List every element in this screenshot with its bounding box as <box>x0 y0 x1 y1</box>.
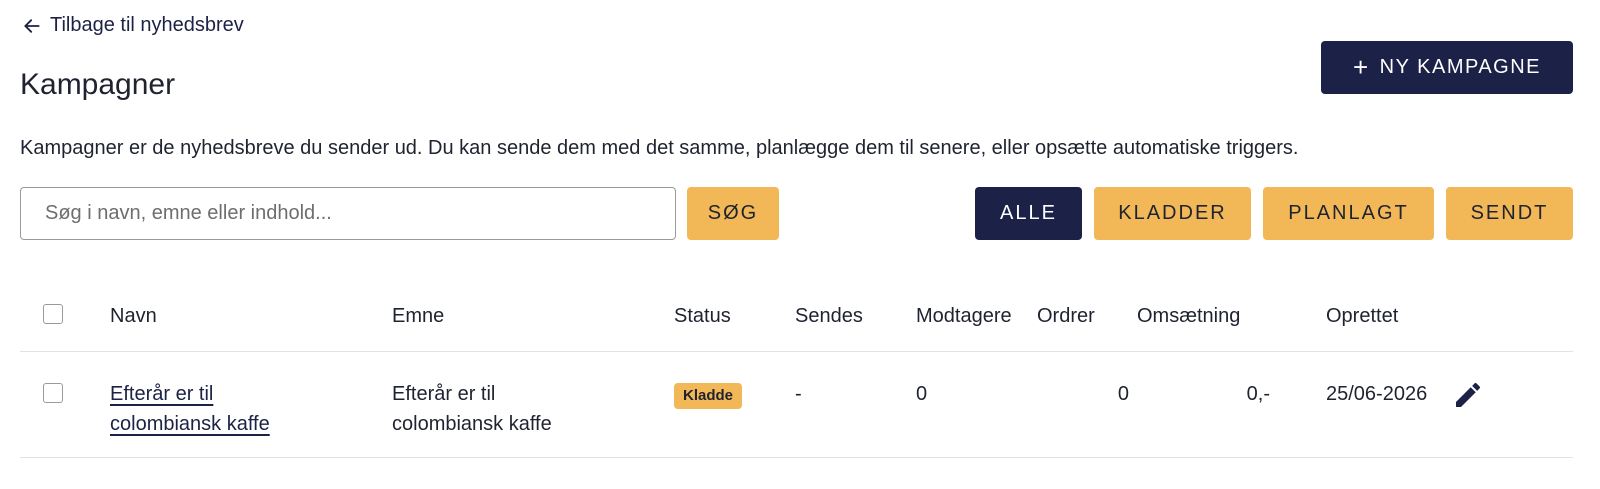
column-header-created[interactable]: Oprettet <box>1278 283 1440 352</box>
column-header-name[interactable]: Navn <box>110 283 392 352</box>
row-status-cell: Kladde <box>674 351 795 458</box>
filter-sent-button[interactable]: SENDT <box>1446 187 1573 240</box>
row-subject-cell: Efterår er til colombiansk kaffe <box>392 351 674 458</box>
new-campaign-button[interactable]: + NY KAMPAGNE <box>1321 41 1573 94</box>
plus-icon: + <box>1352 51 1370 82</box>
column-header-orders[interactable]: Ordrer <box>1037 283 1137 352</box>
new-campaign-label: NY KAMPAGNE <box>1379 56 1542 78</box>
table-header-row: Navn Emne Status Sendes Modtagere Ordrer… <box>20 283 1573 352</box>
column-header-recipients[interactable]: Modtagere <box>916 283 1037 352</box>
row-checkbox[interactable] <box>43 382 63 403</box>
page-title: Kampagner <box>20 68 176 101</box>
select-all-checkbox[interactable] <box>43 303 63 324</box>
row-name-cell: Efterår er til colombiansk kaffe <box>110 351 392 458</box>
column-header-revenue[interactable]: Omsætning <box>1137 283 1278 352</box>
column-header-status[interactable]: Status <box>674 283 795 352</box>
campaigns-table: Navn Emne Status Sendes Modtagere Ordrer… <box>20 283 1573 458</box>
campaign-subject: Efterår er til colombiansk kaffe <box>392 382 552 435</box>
filter-all-button[interactable]: ALLE <box>975 187 1082 240</box>
back-to-newsletter-link[interactable]: Tilbage til nyhedsbrev <box>22 14 244 37</box>
search-input[interactable] <box>20 187 676 240</box>
row-select-cell <box>20 351 110 458</box>
status-badge: Kladde <box>674 382 743 409</box>
row-orders-cell: 0 <box>1037 351 1137 458</box>
arrow-left-icon <box>24 18 40 33</box>
filter-planned-button[interactable]: PLANLAGT <box>1263 187 1434 240</box>
table-row: Efterår er til colombiansk kaffe Efterår… <box>20 351 1573 458</box>
row-recipients-cell: 0 <box>916 351 1037 458</box>
row-revenue-cell: 0,- <box>1137 351 1278 458</box>
campaign-name-link[interactable]: Efterår er til colombiansk kaffe <box>110 379 310 439</box>
page-description: Kampagner er de nyhedsbreve du sender ud… <box>20 137 1299 159</box>
row-created-cell: 25/06-2026 <box>1278 351 1440 458</box>
search-button[interactable]: SØG <box>687 187 779 240</box>
pencil-icon[interactable] <box>1452 379 1484 411</box>
row-sends-cell: - <box>795 351 916 458</box>
back-link-label: Tilbage til nyhedsbrev <box>50 14 244 36</box>
filter-drafts-button[interactable]: KLADDER <box>1094 187 1251 240</box>
column-header-subject[interactable]: Emne <box>392 283 674 352</box>
column-header-sends[interactable]: Sendes <box>795 283 916 352</box>
row-actions-cell <box>1440 351 1573 458</box>
select-all-cell <box>20 283 110 352</box>
column-header-actions <box>1440 283 1573 352</box>
